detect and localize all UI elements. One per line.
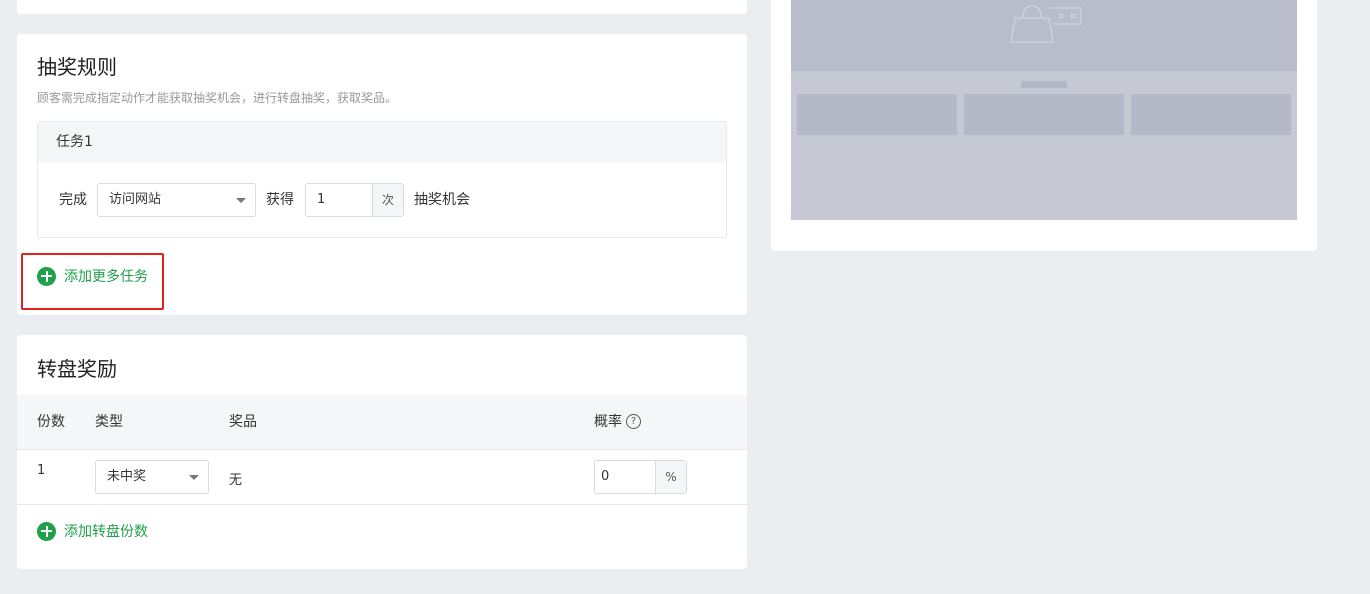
row-prize: 无 (229, 473, 243, 488)
action-select-value: 访问网站 (109, 192, 162, 207)
chance-count-value[interactable]: 1 (306, 184, 372, 216)
highlight-annotation (21, 253, 164, 310)
chevron-down-icon (236, 198, 246, 203)
table-row: 1 未中奖 无 0 % (17, 450, 747, 505)
column-prize: 奖品 (229, 414, 257, 430)
column-type: 类型 (95, 414, 123, 430)
column-probability-label: 概率 (594, 414, 622, 430)
preview-tile (964, 94, 1124, 135)
preview-tile (1131, 94, 1291, 135)
probability-value[interactable]: 0 (595, 461, 655, 493)
preview-tile (797, 94, 957, 135)
chance-count-unit: 次 (372, 184, 403, 216)
rules-description: 顾客需完成指定动作才能获取抽奖机会，进行转盘抽奖，获取奖品。 (37, 91, 398, 105)
preview-card (771, 0, 1317, 251)
action-select[interactable]: 访问网站 (97, 183, 256, 217)
wheel-rewards-card: 转盘奖励 份数 类型 奖品 概率? 1 未中奖 无 0 % 添加转盘份数 (17, 335, 747, 569)
get-label: 获得 (266, 192, 294, 208)
preview-title-bar (1021, 81, 1067, 88)
row-share: 1 (37, 463, 46, 478)
complete-label: 完成 (59, 192, 87, 208)
column-share: 份数 (37, 414, 65, 430)
probability-unit: % (655, 461, 686, 493)
chevron-down-icon (189, 475, 199, 480)
task-header: 任务1 (38, 122, 726, 163)
chance-label: 抽奖机会 (414, 192, 470, 208)
add-wheel-share-button[interactable]: 添加转盘份数 (37, 521, 148, 541)
prize-type-select[interactable]: 未中奖 (95, 460, 209, 494)
wheel-title: 转盘奖励 (37, 357, 117, 381)
task-row: 完成 访问网站 获得 1 次 抽奖机会 (38, 183, 726, 217)
probability-input[interactable]: 0 % (594, 460, 687, 494)
rules-title: 抽奖规则 (37, 55, 117, 79)
chance-count-input[interactable]: 1 次 (305, 183, 404, 217)
previous-section-card (17, 0, 747, 14)
plus-circle-icon (37, 521, 56, 541)
task-panel: 任务1 完成 访问网站 获得 1 次 抽奖机会 (37, 121, 727, 238)
shopping-bag-icon (1010, 5, 1082, 43)
column-probability: 概率? (594, 395, 641, 450)
prize-type-value: 未中奖 (107, 469, 147, 484)
preview-hero (791, 0, 1297, 71)
rewards-table-header: 份数 类型 奖品 概率? (17, 395, 747, 450)
add-wheel-share-label: 添加转盘份数 (64, 524, 148, 540)
help-icon[interactable]: ? (626, 413, 641, 429)
